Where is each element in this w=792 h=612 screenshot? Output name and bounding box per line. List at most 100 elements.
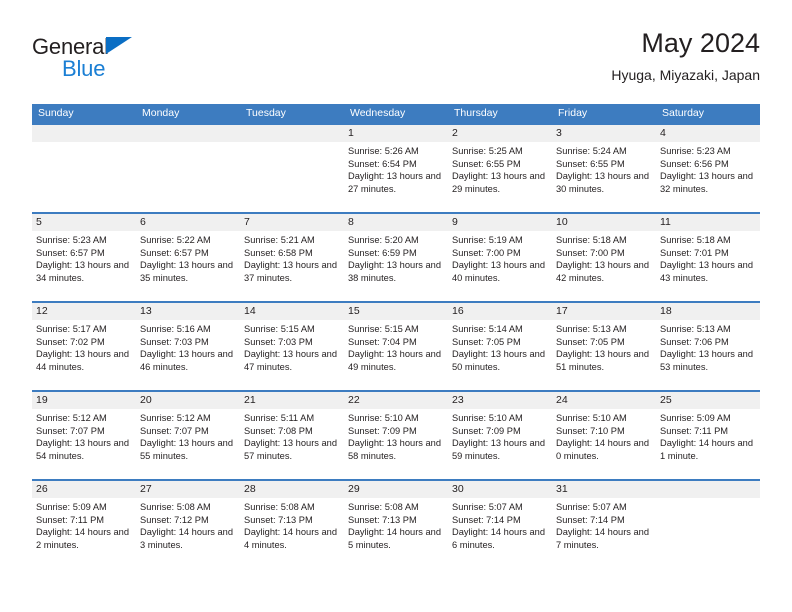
sunset-text: Sunset: 7:05 PM [556,336,625,347]
calendar-day-cell[interactable]: 31 Sunrise: 5:07 AM Sunset: 7:14 PM Dayligh… [552,479,656,569]
calendar-day-cell[interactable]: 9 Sunrise: 5:19 AM Sunset: 7:00 PM Daylight… [448,212,552,302]
calendar-day-cell[interactable]: 3 Sunrise: 5:24 AM Sunset: 6:55 PM Daylight… [552,123,656,213]
sunrise-text: Sunrise: 5:16 AM [140,324,211,334]
calendar-day-cell[interactable]: 7 Sunrise: 5:21 AM Sunset: 6:58 PM Daylight… [240,212,344,302]
calendar-day-cell[interactable]: 15 Sunrise: 5:15 AM Sunset: 7:04 PM Dayligh… [344,301,448,391]
day-cell-inner: 20 Sunrise: 5:12 AM Sunset: 7:07 PM Dayligh… [136,392,240,479]
day-sun-info: Sunrise: 5:14 AM Sunset: 7:05 PM Daylight:… [448,320,552,373]
calendar-day-cell[interactable]: 20 Sunrise: 5:12 AM Sunset: 7:07 PM Dayligh… [136,390,240,480]
calendar-day-cell[interactable]: 19 Sunrise: 5:12 AM Sunset: 7:07 PM Dayligh… [32,390,136,480]
day-number: 21 [244,394,256,406]
calendar-day-cell[interactable]: 30 Sunrise: 5:07 AM Sunset: 7:14 PM Dayligh… [448,479,552,569]
day-number: 17 [556,305,568,317]
daylight-text: Daylight: 13 hours and 47 minutes. [244,349,338,372]
calendar-day-cell[interactable]: 21 Sunrise: 5:11 AM Sunset: 7:08 PM Dayligh… [240,390,344,480]
calendar-day-cell[interactable]: 22 Sunrise: 5:10 AM Sunset: 7:09 PM Dayligh… [344,390,448,480]
day-number-band [656,481,760,498]
weekday-header-sunday: Sunday [32,104,136,124]
sunrise-text: Sunrise: 5:13 AM [556,324,627,334]
day-number-band: 21 [240,392,344,409]
sunset-text: Sunset: 7:07 PM [140,425,209,436]
calendar-head: Sunday Monday Tuesday Wednesday Thursday… [32,104,760,124]
sunset-text: Sunset: 7:13 PM [348,514,417,525]
day-cell-inner: 3 Sunrise: 5:24 AM Sunset: 6:55 PM Daylight… [552,125,656,212]
calendar-week-row: 5 Sunrise: 5:23 AM Sunset: 6:57 PM Daylight… [32,212,760,302]
sunrise-text: Sunrise: 5:21 AM [244,235,315,245]
calendar-day-cell[interactable]: 2 Sunrise: 5:25 AM Sunset: 6:55 PM Daylight… [448,123,552,213]
sunrise-text: Sunrise: 5:10 AM [348,413,419,423]
day-sun-info: Sunrise: 5:18 AM Sunset: 7:01 PM Daylight:… [656,231,760,284]
calendar-day-cell[interactable]: 14 Sunrise: 5:15 AM Sunset: 7:03 PM Dayligh… [240,301,344,391]
calendar-day-cell[interactable]: 27 Sunrise: 5:08 AM Sunset: 7:12 PM Dayligh… [136,479,240,569]
calendar-day-cell[interactable]: 1 Sunrise: 5:26 AM Sunset: 6:54 PM Daylight… [344,123,448,213]
daylight-text: Daylight: 13 hours and 40 minutes. [452,260,546,283]
day-sun-info: Sunrise: 5:25 AM Sunset: 6:55 PM Daylight:… [448,142,552,195]
calendar-day-cell[interactable]: 28 Sunrise: 5:08 AM Sunset: 7:13 PM Dayligh… [240,479,344,569]
calendar-page: General Blue May 2024 Hyuga, Miyazaki, J… [0,0,792,612]
calendar-grid: Sunday Monday Tuesday Wednesday Thursday… [32,104,760,569]
calendar-day-cell[interactable]: 13 Sunrise: 5:16 AM Sunset: 7:03 PM Dayligh… [136,301,240,391]
day-number-band: 2 [448,125,552,142]
calendar-day-cell[interactable]: 8 Sunrise: 5:20 AM Sunset: 6:59 PM Daylight… [344,212,448,302]
calendar-week-row: 26 Sunrise: 5:09 AM Sunset: 7:11 PM Dayligh… [32,479,760,569]
day-number-band: 11 [656,214,760,231]
day-number-band: 25 [656,392,760,409]
day-number: 8 [348,216,354,228]
day-cell-inner [32,125,136,212]
day-sun-info: Sunrise: 5:17 AM Sunset: 7:02 PM Daylight:… [32,320,136,373]
day-number-band: 7 [240,214,344,231]
calendar-day-cell-empty [240,123,344,213]
day-cell-inner: 26 Sunrise: 5:09 AM Sunset: 7:11 PM Dayligh… [32,481,136,569]
day-sun-info: Sunrise: 5:19 AM Sunset: 7:00 PM Daylight:… [448,231,552,284]
sunset-text: Sunset: 7:11 PM [660,425,729,436]
day-number-band: 19 [32,392,136,409]
weekday-header-saturday: Saturday [656,104,760,124]
calendar-day-cell[interactable]: 29 Sunrise: 5:08 AM Sunset: 7:13 PM Dayligh… [344,479,448,569]
sunrise-text: Sunrise: 5:25 AM [452,146,523,156]
day-number: 31 [556,483,568,495]
calendar-day-cell[interactable]: 26 Sunrise: 5:09 AM Sunset: 7:11 PM Dayligh… [32,479,136,569]
daylight-text: Daylight: 13 hours and 42 minutes. [556,260,650,283]
sunset-text: Sunset: 7:00 PM [452,247,521,258]
title-block: May 2024 Hyuga, Miyazaki, Japan [611,26,760,86]
calendar-day-cell[interactable]: 6 Sunrise: 5:22 AM Sunset: 6:57 PM Daylight… [136,212,240,302]
day-number-band: 1 [344,125,448,142]
day-cell-inner: 4 Sunrise: 5:23 AM Sunset: 6:56 PM Daylight… [656,125,760,212]
day-cell-inner: 14 Sunrise: 5:15 AM Sunset: 7:03 PM Dayligh… [240,303,344,390]
weekday-header-row: Sunday Monday Tuesday Wednesday Thursday… [32,104,760,124]
day-cell-inner: 22 Sunrise: 5:10 AM Sunset: 7:09 PM Dayligh… [344,392,448,479]
weekday-header-wednesday: Wednesday [344,104,448,124]
day-cell-inner: 19 Sunrise: 5:12 AM Sunset: 7:07 PM Dayligh… [32,392,136,479]
weekday-header-thursday: Thursday [448,104,552,124]
daylight-text: Daylight: 13 hours and 35 minutes. [140,260,234,283]
day-number: 10 [556,216,568,228]
daylight-text: Daylight: 13 hours and 43 minutes. [660,260,754,283]
day-sun-info: Sunrise: 5:12 AM Sunset: 7:07 PM Daylight:… [32,409,136,462]
day-number-band: 5 [32,214,136,231]
generalblue-logo[interactable]: General Blue [32,34,192,82]
logo-triangle-icon [106,37,132,54]
day-number: 14 [244,305,256,317]
calendar-day-cell[interactable]: 23 Sunrise: 5:10 AM Sunset: 7:09 PM Dayligh… [448,390,552,480]
sunset-text: Sunset: 7:14 PM [556,514,625,525]
calendar-day-cell[interactable]: 11 Sunrise: 5:18 AM Sunset: 7:01 PM Dayligh… [656,212,760,302]
day-number-band: 15 [344,303,448,320]
day-sun-info: Sunrise: 5:09 AM Sunset: 7:11 PM Daylight:… [32,498,136,551]
day-number-band: 28 [240,481,344,498]
day-sun-info: Sunrise: 5:08 AM Sunset: 7:12 PM Daylight:… [136,498,240,551]
calendar-day-cell[interactable]: 10 Sunrise: 5:18 AM Sunset: 7:00 PM Dayligh… [552,212,656,302]
day-number: 27 [140,483,152,495]
calendar-day-cell[interactable]: 12 Sunrise: 5:17 AM Sunset: 7:02 PM Dayligh… [32,301,136,391]
sunset-text: Sunset: 7:11 PM [36,514,105,525]
day-number-band [240,125,344,142]
calendar-day-cell[interactable]: 17 Sunrise: 5:13 AM Sunset: 7:05 PM Dayligh… [552,301,656,391]
calendar-day-cell[interactable]: 24 Sunrise: 5:10 AM Sunset: 7:10 PM Dayligh… [552,390,656,480]
calendar-day-cell[interactable]: 16 Sunrise: 5:14 AM Sunset: 7:05 PM Dayligh… [448,301,552,391]
sunset-text: Sunset: 7:10 PM [556,425,625,436]
calendar-day-cell[interactable]: 5 Sunrise: 5:23 AM Sunset: 6:57 PM Daylight… [32,212,136,302]
day-number-band: 14 [240,303,344,320]
calendar-day-cell[interactable]: 4 Sunrise: 5:23 AM Sunset: 6:56 PM Daylight… [656,123,760,213]
day-cell-inner [136,125,240,212]
calendar-day-cell[interactable]: 18 Sunrise: 5:13 AM Sunset: 7:06 PM Dayligh… [656,301,760,391]
calendar-day-cell[interactable]: 25 Sunrise: 5:09 AM Sunset: 7:11 PM Dayligh… [656,390,760,480]
